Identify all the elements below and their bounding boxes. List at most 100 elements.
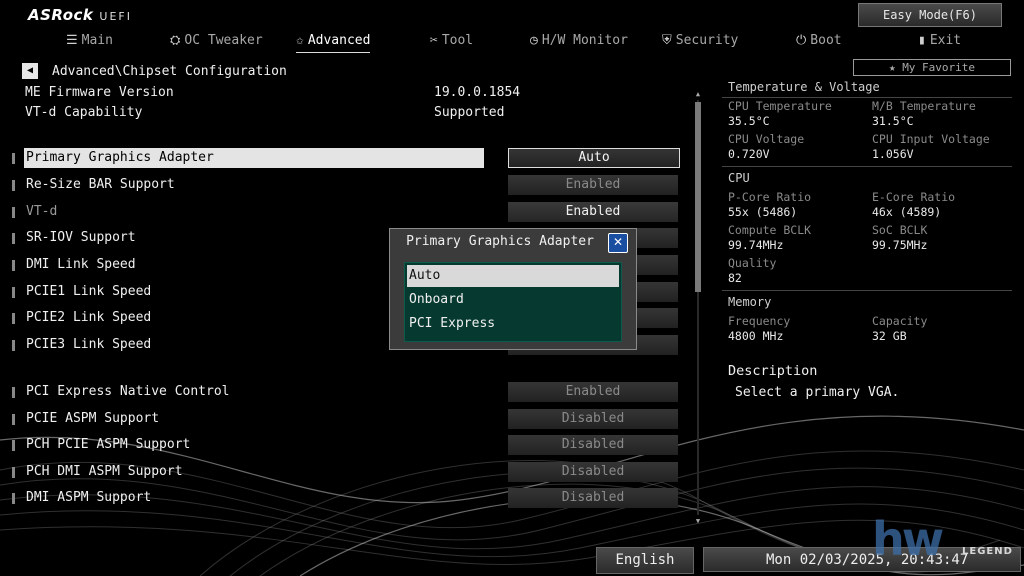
tab-label: Exit <box>929 33 962 48</box>
divider <box>722 166 1012 167</box>
option-resize-bar-support[interactable]: Re-Size BAR Support <box>12 175 484 195</box>
option-pch-dmi-aspm-support[interactable]: PCH DMI ASPM Support <box>12 462 484 482</box>
row-marker <box>12 440 15 451</box>
row-marker <box>12 340 15 351</box>
option-primary-graphics-adapter[interactable]: Primary Graphics Adapter <box>12 148 484 168</box>
row-marker <box>12 467 15 478</box>
soc-bclk-value: 99.75MHz <box>872 238 928 252</box>
option-vt-d[interactable]: VT-d <box>12 202 484 222</box>
row-marker <box>12 387 15 398</box>
cpu-input-voltage-label: CPU Input Voltage <box>872 132 990 146</box>
value-dmi-aspm-support[interactable]: Disabled <box>508 488 678 508</box>
compute-bclk-value: 99.74MHz <box>728 238 784 252</box>
hardware-monitor-panel: Temperature & Voltage CPU Temperature 35… <box>722 80 1012 360</box>
row-marker <box>12 207 15 218</box>
quality-label: Quality <box>728 256 777 270</box>
value-pch-pcie-aspm-support[interactable]: Disabled <box>508 435 678 455</box>
option-label: PCIE2 Link Speed <box>26 310 152 325</box>
pcore-ratio-label: P-Core Ratio <box>728 190 812 204</box>
option-label: DMI ASPM Support <box>26 490 152 505</box>
divider <box>722 97 1012 98</box>
option-label: DMI Link Speed <box>26 257 136 272</box>
memory-capacity-label: Capacity <box>872 314 928 328</box>
row-marker <box>12 233 15 244</box>
option-label: Re-Size BAR Support <box>26 177 175 192</box>
compute-bclk-label: Compute BCLK <box>728 223 812 237</box>
option-label: PCIE3 Link Speed <box>26 337 152 352</box>
scroll-thumb[interactable] <box>695 102 701 292</box>
value-pci-express-native-control[interactable]: Enabled <box>508 382 678 402</box>
power-icon: ⏻ <box>796 33 807 48</box>
pcore-ratio-value: 55x (5486) <box>728 205 798 219</box>
dialog-option-auto[interactable]: Auto <box>407 265 619 287</box>
row-marker <box>12 260 15 271</box>
tab-exit[interactable]: ▮ Exit <box>918 30 961 52</box>
row-marker <box>12 313 15 324</box>
ecore-ratio-label: E-Core Ratio <box>872 190 956 204</box>
cpu-header: CPU <box>728 171 750 185</box>
easy-mode-button[interactable]: Easy Mode(F6) <box>858 3 1002 27</box>
memory-frequency-value: 4800 MHz <box>728 329 784 343</box>
option-label: SR-IOV Support <box>26 230 136 245</box>
row-marker <box>12 287 15 298</box>
dialog-option-list: Auto Onboard PCI Express <box>404 262 622 342</box>
option-dmi-aspm-support[interactable]: DMI ASPM Support <box>12 488 484 508</box>
option-label: PCI Express Native Control <box>26 384 230 399</box>
cpu-input-voltage-value: 1.056V <box>872 147 914 161</box>
description-title: Description <box>728 363 818 379</box>
me-firmware-value: 19.0.0.1854 <box>434 85 521 100</box>
value-vt-d[interactable]: Enabled <box>508 202 678 222</box>
row-marker <box>12 153 15 164</box>
option-label: PCH DMI ASPM Support <box>26 464 183 479</box>
row-marker <box>12 414 15 425</box>
row-marker <box>12 493 15 504</box>
mb-temp-value: 31.5°C <box>872 114 914 128</box>
tab-label: Boot <box>810 33 842 48</box>
ecore-ratio-value: 46x (4589) <box>872 205 942 219</box>
exit-door-icon: ▮ <box>918 33 926 48</box>
option-label: Primary Graphics Adapter <box>26 150 214 165</box>
watermark-logo: hw <box>872 512 944 566</box>
option-pcie-aspm-support[interactable]: PCIE ASPM Support <box>12 409 484 429</box>
value-resize-bar-support[interactable]: Enabled <box>508 175 678 195</box>
dialog-title: Primary Graphics Adapter <box>406 234 594 249</box>
row-marker <box>12 180 15 191</box>
scroll-up-icon[interactable]: ▲ <box>694 90 702 98</box>
memory-capacity-value: 32 GB <box>872 329 907 343</box>
option-pch-pcie-aspm-support[interactable]: PCH PCIE ASPM Support <box>12 435 484 455</box>
dialog-option-onboard[interactable]: Onboard <box>407 289 619 311</box>
favorite-label: My Favorite <box>902 61 976 74</box>
primary-graphics-adapter-dialog: Primary Graphics Adapter ✕ Auto Onboard … <box>389 228 637 350</box>
value-pcie-aspm-support[interactable]: Disabled <box>508 409 678 429</box>
watermark-text: LEGEND <box>962 546 1013 557</box>
soc-bclk-label: SoC BCLK <box>872 223 928 237</box>
option-label: VT-d <box>26 204 58 219</box>
scroll-down-icon[interactable]: ▼ <box>694 517 702 525</box>
option-label: PCIE1 Link Speed <box>26 284 152 299</box>
value-primary-graphics-adapter[interactable]: Auto <box>508 148 680 168</box>
temp-voltage-header: Temperature & Voltage <box>728 80 880 94</box>
cpu-voltage-label: CPU Voltage <box>728 132 805 146</box>
my-favorite-button[interactable]: ★ My Favorite <box>853 59 1011 76</box>
memory-frequency-label: Frequency <box>728 314 791 328</box>
dialog-option-pci-express[interactable]: PCI Express <box>407 313 619 335</box>
vtd-capability-label: VT-d Capability <box>25 105 143 120</box>
cpu-voltage-value: 0.720V <box>728 147 770 161</box>
option-pci-express-native-control[interactable]: PCI Express Native Control <box>12 382 484 402</box>
cpu-temp-value: 35.5°C <box>728 114 770 128</box>
close-icon[interactable]: ✕ <box>608 233 628 253</box>
description-text: Select a primary VGA. <box>735 385 900 400</box>
vtd-capability-value: Supported <box>434 105 505 120</box>
divider <box>722 290 1012 291</box>
tab-boot[interactable]: ⏻ Boot <box>796 30 842 52</box>
favorite-star-icon: ★ <box>888 61 903 74</box>
value-pch-dmi-aspm-support[interactable]: Disabled <box>508 462 678 482</box>
option-label: PCH PCIE ASPM Support <box>26 437 191 452</box>
memory-header: Memory <box>728 295 772 309</box>
settings-scrollbar[interactable]: ▲ ▼ <box>694 90 702 525</box>
option-label: PCIE ASPM Support <box>26 411 160 426</box>
mb-temp-label: M/B Temperature <box>872 99 976 113</box>
language-button[interactable]: English <box>596 547 694 574</box>
cpu-temp-label: CPU Temperature <box>728 99 832 113</box>
quality-value: 82 <box>728 271 742 285</box>
